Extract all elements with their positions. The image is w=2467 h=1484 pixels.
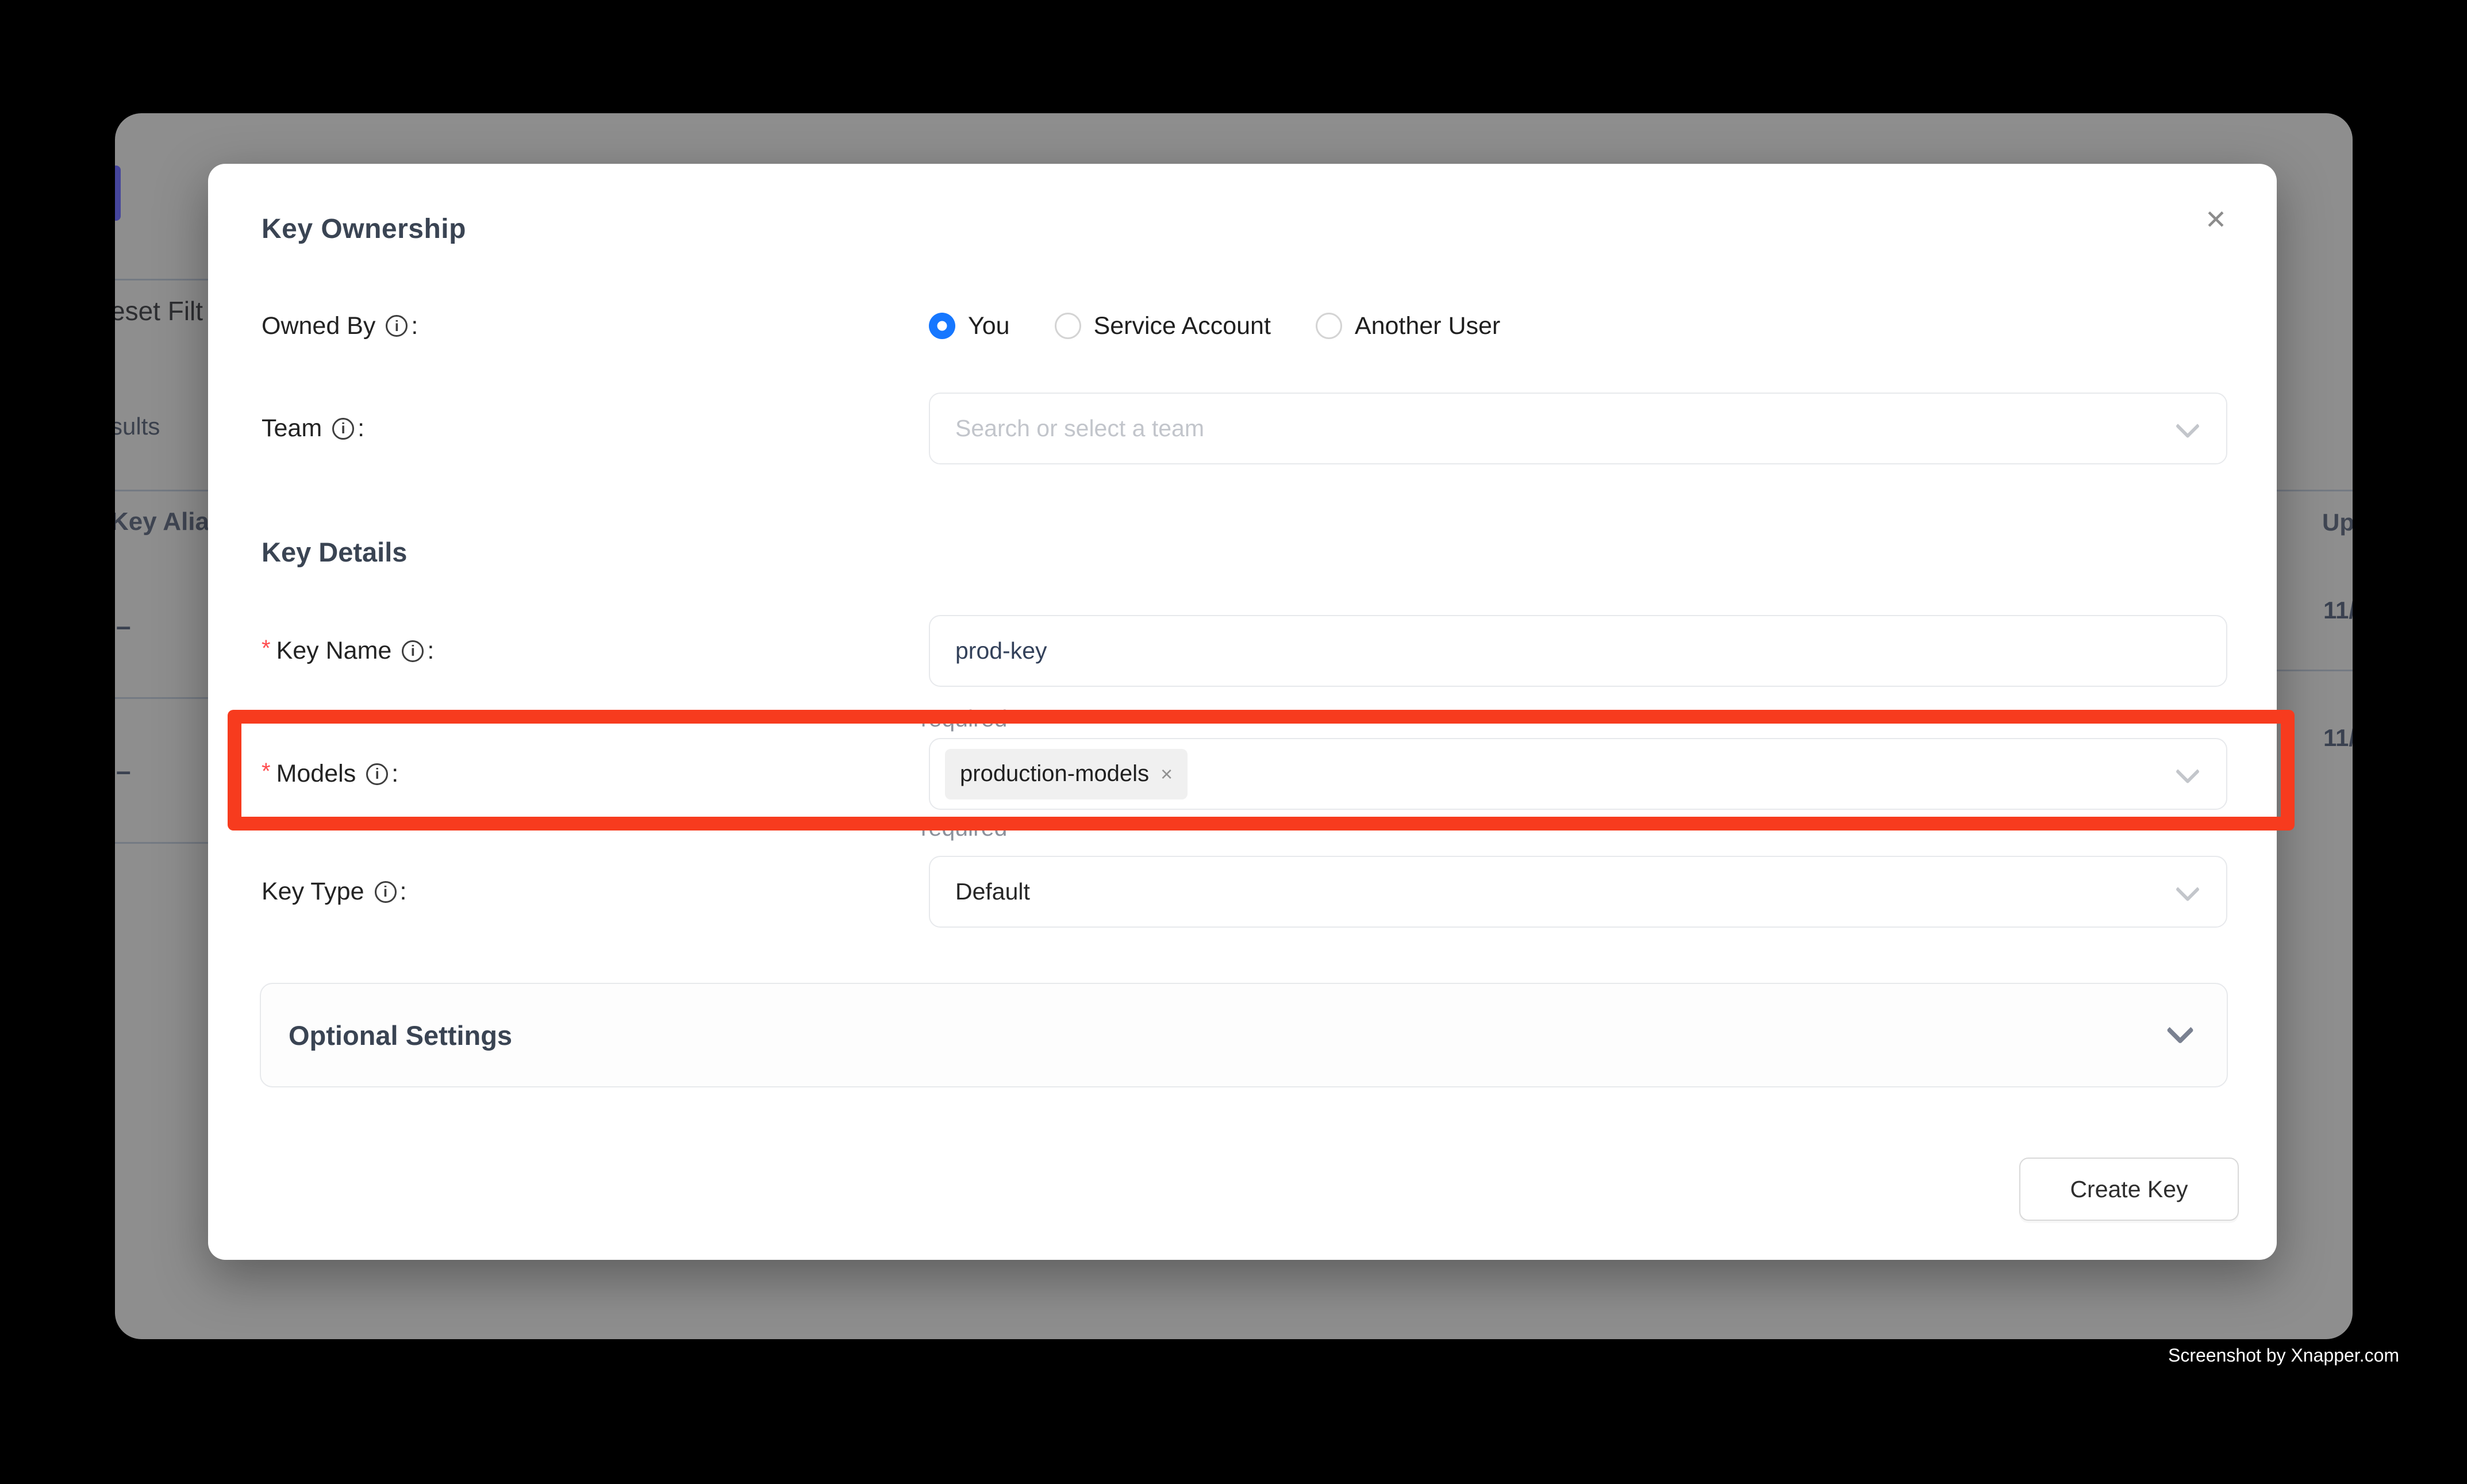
optional-settings-collapse-header[interactable]: Optional Settings	[260, 983, 2228, 1087]
key-name-required-error: required	[921, 705, 1007, 732]
results-count-fragment: sults	[115, 412, 160, 441]
key-name-label-text: Key Name	[276, 637, 392, 665]
key-name-row: * Key Name i : prod-key	[262, 615, 2227, 687]
table-divider	[115, 842, 208, 844]
key-name-value: prod-key	[955, 637, 1047, 664]
key-type-select[interactable]: Default	[929, 856, 2227, 928]
label-colon: :	[391, 760, 398, 788]
models-label: * Models i :	[262, 760, 929, 788]
table-cell-dash: –	[116, 611, 131, 641]
key-type-label-text: Key Type	[262, 878, 364, 906]
table-divider	[115, 490, 208, 491]
label-colon: :	[358, 414, 364, 443]
team-select-placeholder: Search or select a team	[955, 415, 1204, 442]
reset-filters-fragment: eset Filt	[115, 296, 203, 326]
models-label-text: Models	[276, 760, 356, 788]
radio-owned-by-service-account[interactable]: Service Account	[1055, 312, 1271, 340]
create-key-button[interactable]: Create Key	[2019, 1158, 2239, 1221]
chevron-down-icon	[2166, 1016, 2194, 1044]
chevron-down-icon	[2176, 877, 2200, 901]
radio-label: You	[968, 312, 1010, 340]
models-multiselect[interactable]: production-models ×	[929, 738, 2227, 810]
updated-at-column-header-fragment: Up	[2322, 508, 2353, 537]
tag-remove-icon[interactable]: ×	[1161, 764, 1173, 785]
key-type-selected-value: Default	[955, 878, 1030, 905]
radio-selected-icon	[929, 313, 955, 339]
xnapper-watermark: Screenshot by Xnapper.com	[2168, 1345, 2399, 1366]
team-select[interactable]: Search or select a team	[929, 393, 2227, 464]
key-name-label: * Key Name i :	[262, 637, 929, 665]
radio-unselected-icon	[1316, 313, 1342, 339]
radio-label: Another User	[1355, 312, 1500, 340]
table-divider	[115, 279, 208, 280]
key-type-row: Key Type i : Default	[262, 856, 2227, 927]
table-divider	[2276, 670, 2353, 671]
table-divider	[115, 697, 208, 699]
info-icon: i	[366, 763, 388, 785]
chevron-down-icon	[2176, 759, 2200, 783]
label-colon: :	[411, 312, 418, 340]
owned-by-label: Owned By i :	[262, 312, 929, 340]
key-type-label: Key Type i :	[262, 878, 929, 906]
models-required-error: required	[921, 814, 1007, 841]
team-row: Team i : Search or select a team	[262, 393, 2227, 464]
team-label: Team i :	[262, 414, 929, 443]
table-date-fragment: 11/	[2323, 595, 2353, 625]
clipped-indigo-button-fragment	[115, 166, 121, 221]
models-row: * Models i : production-models ×	[262, 739, 2227, 809]
radio-owned-by-another-user[interactable]: Another User	[1316, 312, 1500, 340]
optional-settings-title: Optional Settings	[289, 1020, 512, 1051]
close-icon: ✕	[2205, 204, 2227, 235]
info-icon: i	[375, 881, 397, 903]
key-details-section-title: Key Details	[262, 536, 407, 568]
model-tag-label: production-models	[960, 761, 1149, 787]
table-date-fragment: 11/	[2323, 723, 2353, 753]
team-label-text: Team	[262, 414, 322, 443]
key-name-input[interactable]: prod-key	[929, 615, 2227, 687]
radio-owned-by-you[interactable]: You	[929, 312, 1010, 340]
create-key-modal: Key Ownership ✕ Owned By i : You Service…	[208, 164, 2277, 1260]
info-icon: i	[332, 418, 354, 440]
info-icon: i	[402, 640, 424, 662]
owned-by-label-text: Owned By	[262, 312, 375, 340]
required-asterisk: *	[262, 759, 271, 785]
chevron-down-icon	[2176, 414, 2200, 438]
modal-title: Key Ownership	[262, 213, 466, 245]
key-alias-column-header-fragment: Key Alia	[115, 507, 209, 537]
screenshot-canvas: eset Filt sults Key Alia – – Up 11/ 11/ …	[0, 0, 2467, 1484]
info-icon: i	[386, 315, 408, 337]
owned-by-radio-group: You Service Account Another User	[929, 312, 2227, 340]
label-colon: :	[400, 878, 407, 906]
label-colon: :	[427, 637, 434, 665]
selected-model-tag: production-models ×	[945, 749, 1188, 799]
table-cell-dash: –	[116, 756, 131, 786]
close-button[interactable]: ✕	[2190, 194, 2242, 245]
required-asterisk: *	[262, 636, 271, 662]
owned-by-row: Owned By i : You Service Account Another…	[262, 307, 2227, 344]
table-divider	[2276, 490, 2353, 491]
radio-unselected-icon	[1055, 313, 1081, 339]
radio-label: Service Account	[1094, 312, 1271, 340]
